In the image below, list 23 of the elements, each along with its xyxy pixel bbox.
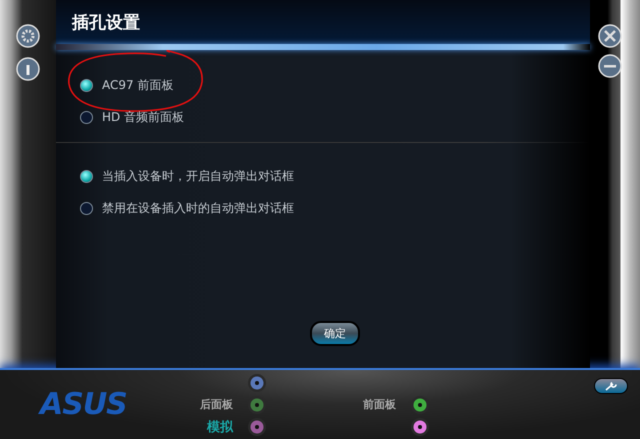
radio-label[interactable]: 当插入设备时，开启自动弹出对话框	[102, 168, 294, 184]
close-icon[interactable]	[598, 24, 622, 48]
radio-label[interactable]: HD 音频前面板	[102, 108, 184, 126]
radio-button[interactable]	[80, 202, 93, 214]
jack-label: 前面板	[363, 397, 396, 412]
info-icon[interactable]	[16, 57, 40, 81]
wrench-button[interactable]	[594, 378, 628, 394]
jack-label: 后面板	[200, 397, 233, 412]
logo: ASUS	[40, 387, 128, 422]
audio-jack-icon[interactable]	[410, 416, 430, 436]
gear-icon[interactable]	[16, 24, 40, 48]
radio-button[interactable]	[80, 110, 93, 124]
audio-jack-icon[interactable]	[247, 372, 267, 392]
radio-button[interactable]	[80, 170, 93, 182]
radio-label[interactable]: AC97 前面板	[102, 76, 174, 94]
minimize-icon[interactable]	[598, 54, 622, 78]
wrench-icon	[604, 381, 618, 391]
ok-button[interactable]: 确定	[310, 321, 360, 346]
dialog-title: 插孔设置	[72, 12, 140, 34]
radio-label[interactable]: 禁用在设备插入时的自动弹出对话框	[102, 200, 294, 216]
audio-jack-icon[interactable]	[247, 416, 267, 436]
mode-label: 模拟	[207, 418, 233, 436]
radio-button[interactable]	[80, 78, 93, 92]
